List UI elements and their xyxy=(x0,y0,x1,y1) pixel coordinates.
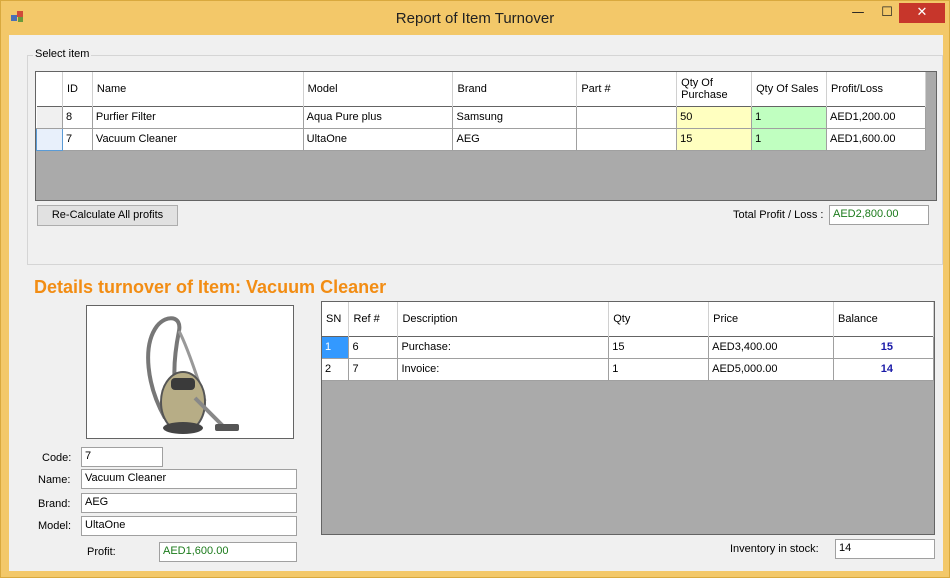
col-header-id[interactable]: ID xyxy=(62,72,93,106)
table-row[interactable]: 2 7 Invoice: 1 AED5,000.00 14 xyxy=(322,358,934,381)
col-header-qty-purchase[interactable]: Qty Of Purchase xyxy=(676,72,753,106)
cell-model[interactable]: UltaOne xyxy=(303,128,454,151)
inventory-stock-field[interactable]: 14 xyxy=(835,539,935,559)
cell-ref[interactable]: 6 xyxy=(348,336,399,359)
title-bar: Report of Item Turnover — ☐ ✕ xyxy=(1,1,949,35)
col-header-price[interactable]: Price xyxy=(708,302,835,336)
cell-ref[interactable]: 7 xyxy=(348,358,399,381)
col-header-qty[interactable]: Qty xyxy=(608,302,710,336)
table-row[interactable]: 1 6 Purchase: 15 AED3,400.00 15 xyxy=(322,336,934,359)
cell-model[interactable]: Aqua Pure plus xyxy=(303,106,454,129)
recalculate-profits-button[interactable]: Re-Calculate All profits xyxy=(37,205,178,226)
profit-field[interactable]: AED1,600.00 xyxy=(159,542,297,562)
cell-price[interactable]: AED3,400.00 xyxy=(708,336,835,359)
cell-balance[interactable]: 15 xyxy=(833,336,934,359)
item-picture xyxy=(86,305,294,439)
inventory-stock-label: Inventory in stock: xyxy=(730,543,819,555)
table-row[interactable]: 7 Vacuum Cleaner UltaOne AEG 15 1 AED1,6… xyxy=(36,127,926,151)
cell-qty-sales[interactable]: 1 xyxy=(751,106,827,129)
brand-label: Brand: xyxy=(38,498,71,510)
row-selector[interactable] xyxy=(36,106,63,129)
cell-balance[interactable]: 14 xyxy=(833,358,934,381)
col-header-profit[interactable]: Profit/Loss xyxy=(826,72,926,106)
name-field[interactable]: Vacuum Cleaner xyxy=(81,469,297,489)
col-header-ref[interactable]: Ref # xyxy=(348,302,399,336)
name-label: Name: xyxy=(38,474,71,486)
turnover-grid[interactable]: SN Ref # Description Qty Price Balance 1… xyxy=(321,301,935,535)
client-area: Select item ID Name Model Brand Part # Q… xyxy=(9,35,943,571)
items-grid[interactable]: ID Name Model Brand Part # Qty Of Purcha… xyxy=(35,71,937,201)
profit-label: Profit: xyxy=(87,546,116,558)
cell-sn[interactable]: 2 xyxy=(322,358,350,381)
cell-part[interactable] xyxy=(576,106,678,129)
table-row[interactable]: 8 Purfier Filter Aqua Pure plus Samsung … xyxy=(36,106,926,129)
cell-price[interactable]: AED5,000.00 xyxy=(708,358,835,381)
select-item-label: Select item xyxy=(33,48,92,60)
vacuum-cleaner-image xyxy=(146,316,239,434)
cell-qty-sales[interactable]: 1 xyxy=(751,128,827,151)
window-title: Report of Item Turnover xyxy=(395,10,555,27)
main-window: Report of Item Turnover — ☐ ✕ Select ite… xyxy=(0,0,950,578)
cell-sn[interactable]: 1 xyxy=(322,336,350,359)
col-header-balance[interactable]: Balance xyxy=(833,302,934,336)
col-header-brand[interactable]: Brand xyxy=(452,72,578,106)
row-header-corner xyxy=(36,72,63,106)
cell-qty[interactable]: 1 xyxy=(608,358,710,381)
col-header-model[interactable]: Model xyxy=(303,72,454,106)
col-header-qty-sales[interactable]: Qty Of Sales xyxy=(751,72,827,106)
cell-brand[interactable]: AEG xyxy=(452,128,578,151)
cell-profit[interactable]: AED1,600.00 xyxy=(826,128,926,151)
cell-qty-purchase[interactable]: 50 xyxy=(676,106,753,129)
model-field[interactable]: UltaOne xyxy=(81,516,297,536)
total-profit-label: Total Profit / Loss : xyxy=(733,209,824,221)
cell-name[interactable]: Vacuum Cleaner xyxy=(92,128,304,151)
cell-description[interactable]: Invoice: xyxy=(397,358,610,381)
col-header-part[interactable]: Part # xyxy=(576,72,678,106)
cell-brand[interactable]: Samsung xyxy=(452,106,578,129)
maximize-button[interactable]: ☐ xyxy=(875,3,899,23)
details-title: Details turnover of Item: Vacuum Cleaner xyxy=(34,277,387,297)
cell-profit[interactable]: AED1,200.00 xyxy=(826,106,926,129)
col-header-description[interactable]: Description xyxy=(397,302,610,336)
cell-qty-purchase[interactable]: 15 xyxy=(676,128,753,151)
col-header-sn[interactable]: SN xyxy=(322,302,350,336)
row-selector[interactable] xyxy=(36,127,63,151)
code-field[interactable]: 7 xyxy=(81,447,163,467)
minimize-button[interactable]: — xyxy=(841,3,875,23)
total-profit-field[interactable]: AED2,800.00 xyxy=(829,205,929,225)
col-header-name[interactable]: Name xyxy=(92,72,304,106)
model-label: Model: xyxy=(38,520,72,532)
cell-description[interactable]: Purchase: xyxy=(397,336,610,359)
close-button[interactable]: ✕ xyxy=(899,3,945,23)
cell-part[interactable] xyxy=(576,128,678,151)
cell-name[interactable]: Purfier Filter xyxy=(92,106,304,129)
cell-id[interactable]: 8 xyxy=(62,106,93,129)
cell-id[interactable]: 7 xyxy=(62,128,93,151)
code-label: Code: xyxy=(42,452,72,464)
brand-field[interactable]: AEG xyxy=(81,493,297,513)
cell-qty[interactable]: 15 xyxy=(608,336,710,359)
